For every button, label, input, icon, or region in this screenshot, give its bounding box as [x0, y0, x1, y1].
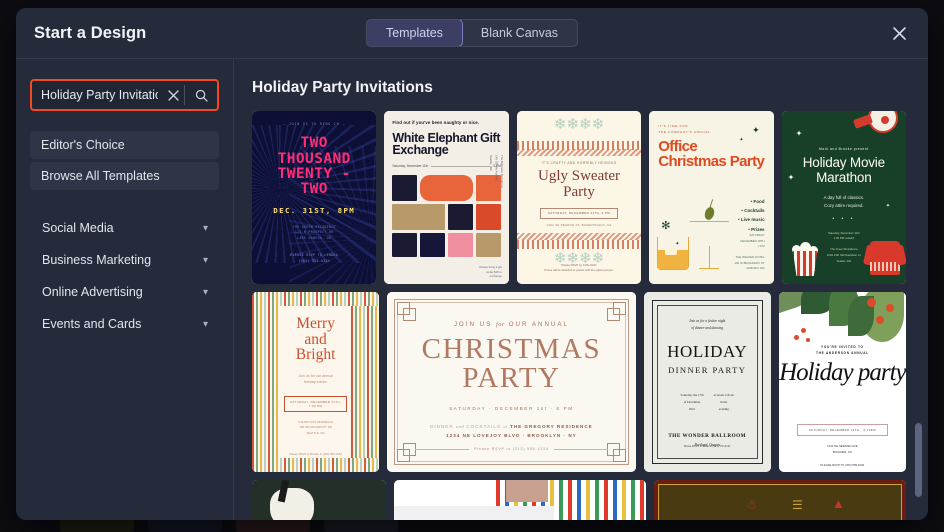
sidebar-item-browse-all-templates[interactable]: Browse All Templates [30, 162, 219, 190]
content-scrollbar[interactable] [915, 423, 922, 497]
card-headline: Holiday party [779, 359, 906, 387]
card-venue: THE GREEN RESIDENCE 123 N PROSPECT DR LA… [292, 224, 336, 240]
sidebar-item-label: Online Advertising [42, 285, 143, 299]
template-card-partial-photo-dark[interactable] [252, 480, 386, 520]
search-input[interactable] [32, 88, 162, 102]
template-card-holiday-party-script[interactable]: YOU'RE INVITED TO THE ANDERSON ANNUAL Ho… [778, 292, 906, 472]
card-headline: CHRISTMAS PARTY [421, 333, 602, 394]
chevron-down-icon: ▾ [202, 222, 208, 234]
sidebar-item-events-and-cards[interactable]: Events and Cards ▾ [30, 308, 219, 340]
card-rsvp: Please RSVP to Brooke at (206) 555-0154 [289, 452, 342, 457]
card-address: THE BRYSON RESIDENCE 108 NW UNIVERSITY D… [297, 420, 334, 435]
template-card-office-christmas[interactable]: ✦ ✦ ✻ ✦ IT'S TIME FOR THE COMPANY'S ANNU… [649, 111, 774, 284]
card-date: SATURDAY · DECEMBER 1st · 6 PM [449, 406, 574, 411]
card-headline: Merry and Bright [295, 315, 336, 363]
quick-links: Editor's Choice Browse All Templates [30, 131, 219, 190]
card-headline: Office Christmas Party [658, 138, 765, 170]
card-details: Saturday, the 17th of December 2021 at s… [680, 393, 734, 411]
template-card-partial-red-frame[interactable]: ☃ ☰ ▲ [653, 480, 907, 520]
card-subtitle: Join us for our annual Holiday soiree. [298, 373, 333, 385]
card-address: 1492 SE PEARCE ST, BAKERSFIELD, CA [546, 222, 612, 227]
card-note: Please bring a gift under $25 to exchang… [479, 264, 502, 279]
template-card-white-elephant[interactable]: Find out if you've been naughty or nice.… [384, 111, 509, 284]
clear-search-icon[interactable] [162, 81, 184, 109]
gift-box-illustration [392, 175, 501, 258]
card-subtitle: A day full of classics. Cozy attire requ… [823, 195, 865, 208]
card-rsvp: PLEASE RSVP TO LENORA (503) 555-0134 [290, 253, 339, 263]
chevron-down-icon: ▾ [202, 254, 208, 266]
tab-templates[interactable]: Templates [366, 20, 463, 46]
card-venue: THE WONDER BALLROOM [668, 432, 747, 439]
card-date-rule: Saturday, December 11th 5 PM [392, 164, 500, 168]
modal-header: Start a Design Templates Blank Canvas [16, 8, 928, 59]
tab-blank-canvas[interactable]: Blank Canvas [462, 20, 577, 46]
card-top-text: Join us for a festive night of dinner an… [688, 319, 726, 331]
card-headline: HOLIDAY [667, 342, 748, 362]
chevron-down-icon: ▾ [202, 286, 208, 298]
card-rsvp: PLEASE RSVP TO (303) 555-0192 [820, 463, 865, 468]
sidebar-item-online-advertising[interactable]: Online Advertising ▾ [30, 276, 219, 308]
card-venue: DINNER and COCKTAILS at THE GREGORY RESI… [430, 424, 593, 439]
template-row: — JOIN US TO RING IN — TWO THOUSAND TWEN… [252, 111, 907, 284]
card-date: SATURDAY, DECEMBER 11TH · 6:30PM [796, 424, 888, 437]
template-results: Holiday Party Invitations — JOIN US TO R… [234, 59, 928, 520]
page-title: Start a Design [34, 23, 147, 42]
card-top-text: IT'S TIME FOR THE COMPANY'S ANNUAL [658, 124, 711, 134]
card-rsvp: Please RSVP to Mark at (541) 555-0191 [683, 444, 731, 448]
card-date: SATURDAY, DECEMBER 11TH, 6 PM [539, 207, 619, 219]
card-address: 1234 NE NEWMAN AVE BOULDER, CO [827, 444, 858, 454]
search-field-container [30, 79, 219, 111]
card-top-text: YOU'RE INVITED TO THE ANDERSON ANNUAL [815, 345, 869, 356]
popcorn-icon [789, 242, 822, 276]
sidebar-item-social-media[interactable]: Social Media ▾ [30, 212, 219, 244]
card-top-text: IT'S CRAFTY AND HORRIBLY HEINOUS [541, 161, 617, 165]
card-top-text: Find out if you've been naughty or nice. [392, 120, 480, 125]
card-rsvp-row: Please RSVP to (212) 555-1234 [415, 447, 608, 451]
template-row: ☃ ☰ ▲ [252, 480, 907, 520]
start-a-design-modal: Start a Design Templates Blank Canvas Ho… [16, 8, 928, 520]
card-date: SATURDAY, DECEMBER 11TH, 7:00 PM [284, 396, 348, 413]
card-divider: • • • [832, 215, 856, 222]
sidebar-item-label: Business Marketing [42, 253, 152, 267]
card-headline: White Elephant Gift Exchange [392, 130, 501, 158]
card-bullets: • Food • Cocktails • Live music • Prizes [737, 199, 765, 232]
chevron-down-icon: ▾ [202, 318, 208, 330]
template-card-holiday-dinner-party[interactable]: Join us for a festive night of dinner an… [643, 292, 771, 472]
template-card-merry-and-bright[interactable]: Merry and Bright Join us for our annual … [252, 292, 380, 472]
card-date: Saturday, December 11th [392, 164, 429, 169]
sidebar-item-editors-choice[interactable]: Editor's Choice [30, 131, 219, 159]
card-headline: TWO THOUSAND TWENTY - TWO [277, 135, 351, 197]
card-top-text: — JOIN US TO RING IN — [283, 122, 346, 126]
card-venue: The Beltmore Residence 145 SE 8th Ave NE… [489, 155, 504, 189]
view-mode-tabs: Templates Blank Canvas [365, 19, 579, 47]
sidebar-item-label: Events and Cards [42, 317, 142, 331]
card-headline: Holiday Movie Marathon [802, 155, 885, 185]
card-top-text: JOIN US for OUR ANNUAL [453, 321, 569, 328]
template-card-new-year-2022[interactable]: — JOIN US TO RING IN — TWO THOUSAND TWEN… [252, 111, 377, 284]
sidebar-item-label: Social Media [42, 221, 114, 235]
sidebar-item-business-marketing[interactable]: Business Marketing ▾ [30, 244, 219, 276]
sweater-icon [870, 241, 901, 275]
modal-body: Editor's Choice Browse All Templates Soc… [16, 59, 928, 520]
template-card-partial-white-stripes[interactable] [393, 480, 646, 520]
card-top-text: Mark and Brooke present [819, 147, 869, 151]
close-icon[interactable] [886, 20, 912, 46]
card-date: DEC. 31ST, 8PM [273, 205, 356, 215]
sidebar: Editor's Choice Browse All Templates Soc… [16, 59, 234, 520]
card-rsvp: Please RSVP by 12/01/2021 Prizes will be… [544, 262, 614, 272]
search-icon[interactable] [185, 81, 217, 109]
template-card-movie-marathon[interactable]: ✦ ✦ ✦ ✦ Mark and Brooke present Holiday … [781, 111, 907, 284]
category-list: Social Media ▾ Business Marketing ▾ Onli… [30, 212, 219, 340]
card-rsvp: Please RSVP to (212) 555-1234 [474, 447, 549, 451]
template-card-annual-christmas-party[interactable]: JOIN US for OUR ANNUAL CHRISTMAS PARTY S… [387, 292, 636, 472]
card-details: SATURDAY DECEMBER 18TH 7 PM THE WALKER H… [734, 233, 765, 271]
card-subheadline: DINNER PARTY [668, 365, 747, 376]
results-heading: Holiday Party Invitations [252, 79, 433, 96]
card-headline: Ugly Sweater Party [537, 168, 621, 200]
template-card-ugly-sweater[interactable]: ❄❄❄❄ IT'S CRAFTY AND HORRIBLY HEINOUS Ug… [516, 111, 642, 284]
template-row: Merry and Bright Join us for our annual … [252, 292, 906, 472]
